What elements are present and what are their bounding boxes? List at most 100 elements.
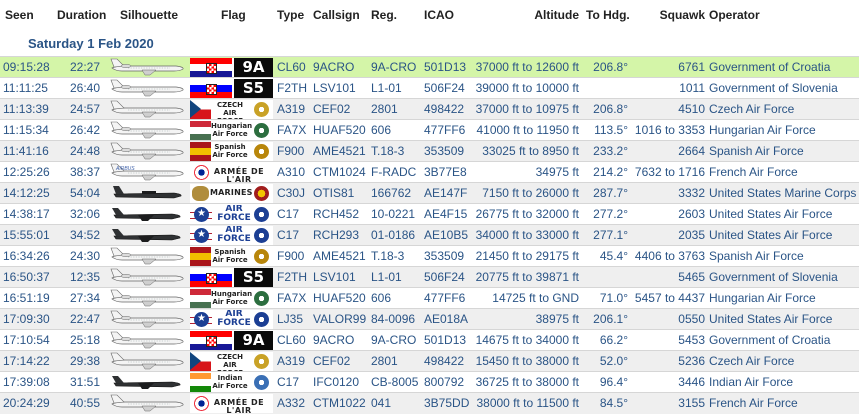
callsign[interactable]: OTIS81: [313, 186, 354, 200]
callsign[interactable]: AME4521: [313, 144, 366, 158]
col-icao[interactable]: ICAO: [424, 8, 454, 22]
callsign[interactable]: CEF02: [313, 354, 350, 368]
callsign[interactable]: LSV101: [313, 81, 356, 95]
callsign[interactable]: AME4521: [313, 249, 366, 263]
registration[interactable]: L1-01: [371, 270, 402, 284]
registration[interactable]: 01-0186: [371, 228, 415, 242]
icao-hex[interactable]: 3B75DD: [424, 396, 469, 410]
type-code[interactable]: F900: [277, 144, 304, 158]
table-row[interactable]: 20:24:29 40:55 A332 CTM1022 041 3B75DD 38000 f…: [0, 392, 859, 414]
type-code[interactable]: C30J: [277, 186, 305, 200]
seen-time[interactable]: 17:09:30: [3, 312, 50, 326]
table-row[interactable]: 17:14:22 29:38 A319 CEF02 2801 498422 15450 ft…: [0, 350, 859, 372]
type-code[interactable]: FA7X: [277, 291, 306, 305]
table-row[interactable]: 16:50:37 12:35 F2TH LSV101 L1-01 506F24 20775 …: [0, 266, 859, 288]
operator[interactable]: Czech Air Force: [709, 354, 794, 368]
icao-hex[interactable]: AE4F15: [424, 207, 467, 221]
operator[interactable]: Government of Slovenia: [709, 81, 838, 95]
callsign[interactable]: RCH293: [313, 228, 359, 242]
icao-hex[interactable]: AE018A: [424, 312, 468, 326]
col-flag[interactable]: Flag: [221, 8, 246, 22]
table-row[interactable]: 11:15:34 26:42 FA7X HUAF520 606 477FF6 41000 f…: [0, 119, 859, 141]
callsign[interactable]: CEF02: [313, 102, 350, 116]
registration[interactable]: 9A-CRO: [371, 333, 416, 347]
table-row[interactable]: 14:12:25 54:04 C30J OTIS81 166762 AE147F 7150 …: [0, 182, 859, 204]
seen-time[interactable]: 17:14:22: [3, 354, 50, 368]
type-code[interactable]: C17: [277, 228, 299, 242]
registration[interactable]: 041: [371, 396, 391, 410]
type-code[interactable]: A332: [277, 396, 305, 410]
callsign[interactable]: HUAF520: [313, 291, 366, 305]
operator[interactable]: Government of Croatia: [709, 333, 830, 347]
callsign[interactable]: HUAF520: [313, 123, 366, 137]
registration[interactable]: 166762: [371, 186, 411, 200]
seen-time[interactable]: 20:24:29: [3, 396, 50, 410]
seen-time[interactable]: 16:50:37: [3, 270, 50, 284]
operator[interactable]: Czech Air Force: [709, 102, 794, 116]
registration[interactable]: 84-0096: [371, 312, 415, 326]
col-altitude[interactable]: Altitude: [534, 8, 579, 22]
col-reg[interactable]: Reg.: [371, 8, 397, 22]
registration[interactable]: T.18-3: [371, 144, 404, 158]
table-row[interactable]: 16:34:26 24:30 F900 AME4521 T.18-3 353509 2145…: [0, 245, 859, 267]
seen-time[interactable]: 09:15:28: [3, 60, 50, 74]
table-row[interactable]: 16:51:19 27:34 FA7X HUAF520 606 477FF6 14725 f…: [0, 287, 859, 309]
operator[interactable]: Hungarian Air Force: [709, 123, 816, 137]
table-row[interactable]: 15:55:01 34:52 C17 RCH293 01-0186 AE10B5 34000…: [0, 224, 859, 246]
seen-time[interactable]: 14:12:25: [3, 186, 50, 200]
icao-hex[interactable]: AE147F: [424, 186, 467, 200]
icao-hex[interactable]: AE10B5: [424, 228, 468, 242]
seen-time[interactable]: 12:25:26: [3, 165, 50, 179]
seen-time[interactable]: 16:34:26: [3, 249, 50, 263]
type-code[interactable]: FA7X: [277, 123, 306, 137]
registration[interactable]: 606: [371, 123, 391, 137]
operator[interactable]: Spanish Air Force: [709, 144, 804, 158]
icao-hex[interactable]: 477FF6: [424, 123, 465, 137]
seen-time[interactable]: 17:39:08: [3, 375, 50, 389]
operator[interactable]: Indian Air Force: [709, 375, 793, 389]
icao-hex[interactable]: 498422: [424, 354, 464, 368]
table-row[interactable]: 17:39:08 31:51 C17 IFC0120 CB-8005 800792 3672…: [0, 371, 859, 393]
callsign[interactable]: CTM1024: [313, 165, 366, 179]
type-code[interactable]: F2TH: [277, 81, 307, 95]
registration[interactable]: CB-8005: [371, 375, 418, 389]
seen-time[interactable]: 11:41:16: [3, 144, 49, 158]
callsign[interactable]: RCH452: [313, 207, 359, 221]
operator[interactable]: French Air Force: [709, 165, 798, 179]
col-operator[interactable]: Operator: [709, 8, 760, 22]
operator[interactable]: Government of Slovenia: [709, 270, 838, 284]
table-row[interactable]: 09:15:28 22:27 CL60 9ACRO 9A-CRO 501D13 37000 …: [0, 56, 859, 78]
col-to-hdg[interactable]: To Hdg.: [586, 8, 630, 22]
seen-time[interactable]: 16:51:19: [3, 291, 50, 305]
icao-hex[interactable]: 501D13: [424, 333, 466, 347]
table-row[interactable]: 17:10:54 25:18 CL60 9ACRO 9A-CRO 501D13 14675 …: [0, 329, 859, 351]
type-code[interactable]: F2TH: [277, 270, 307, 284]
registration[interactable]: L1-01: [371, 81, 402, 95]
col-seen[interactable]: Seen: [5, 8, 34, 22]
type-code[interactable]: CL60: [277, 333, 306, 347]
operator[interactable]: United States Marine Corps: [709, 186, 856, 200]
icao-hex[interactable]: 353509: [424, 249, 464, 263]
table-row[interactable]: 14:38:17 32:06 C17 RCH452 10-0221 AE4F15 26775…: [0, 203, 859, 225]
operator[interactable]: United States Air Force: [709, 207, 832, 221]
icao-hex[interactable]: 501D13: [424, 60, 466, 74]
registration[interactable]: T.18-3: [371, 249, 404, 263]
type-code[interactable]: CL60: [277, 60, 306, 74]
registration[interactable]: 2801: [371, 354, 398, 368]
seen-time[interactable]: 11:15:34: [3, 123, 49, 137]
col-duration[interactable]: Duration: [57, 8, 106, 22]
col-type[interactable]: Type: [277, 8, 304, 22]
seen-time[interactable]: 17:10:54: [3, 333, 50, 347]
type-code[interactable]: A319: [277, 102, 305, 116]
callsign[interactable]: 9ACRO: [313, 333, 354, 347]
callsign[interactable]: IFC0120: [313, 375, 359, 389]
type-code[interactable]: C17: [277, 375, 299, 389]
table-row[interactable]: 17:09:30 22:47 LJ35 VALOR99 84-0096 AE018A 389…: [0, 308, 859, 330]
icao-hex[interactable]: 353509: [424, 144, 464, 158]
type-code[interactable]: C17: [277, 207, 299, 221]
table-row[interactable]: 11:41:16 24:48 F900 AME4521 T.18-3 353509 3302…: [0, 140, 859, 162]
operator[interactable]: United States Air Force: [709, 228, 832, 242]
registration[interactable]: 9A-CRO: [371, 60, 416, 74]
seen-time[interactable]: 14:38:17: [3, 207, 50, 221]
table-row[interactable]: 11:13:39 24:57 A319 CEF02 2801 498422 37000 ft…: [0, 98, 859, 120]
